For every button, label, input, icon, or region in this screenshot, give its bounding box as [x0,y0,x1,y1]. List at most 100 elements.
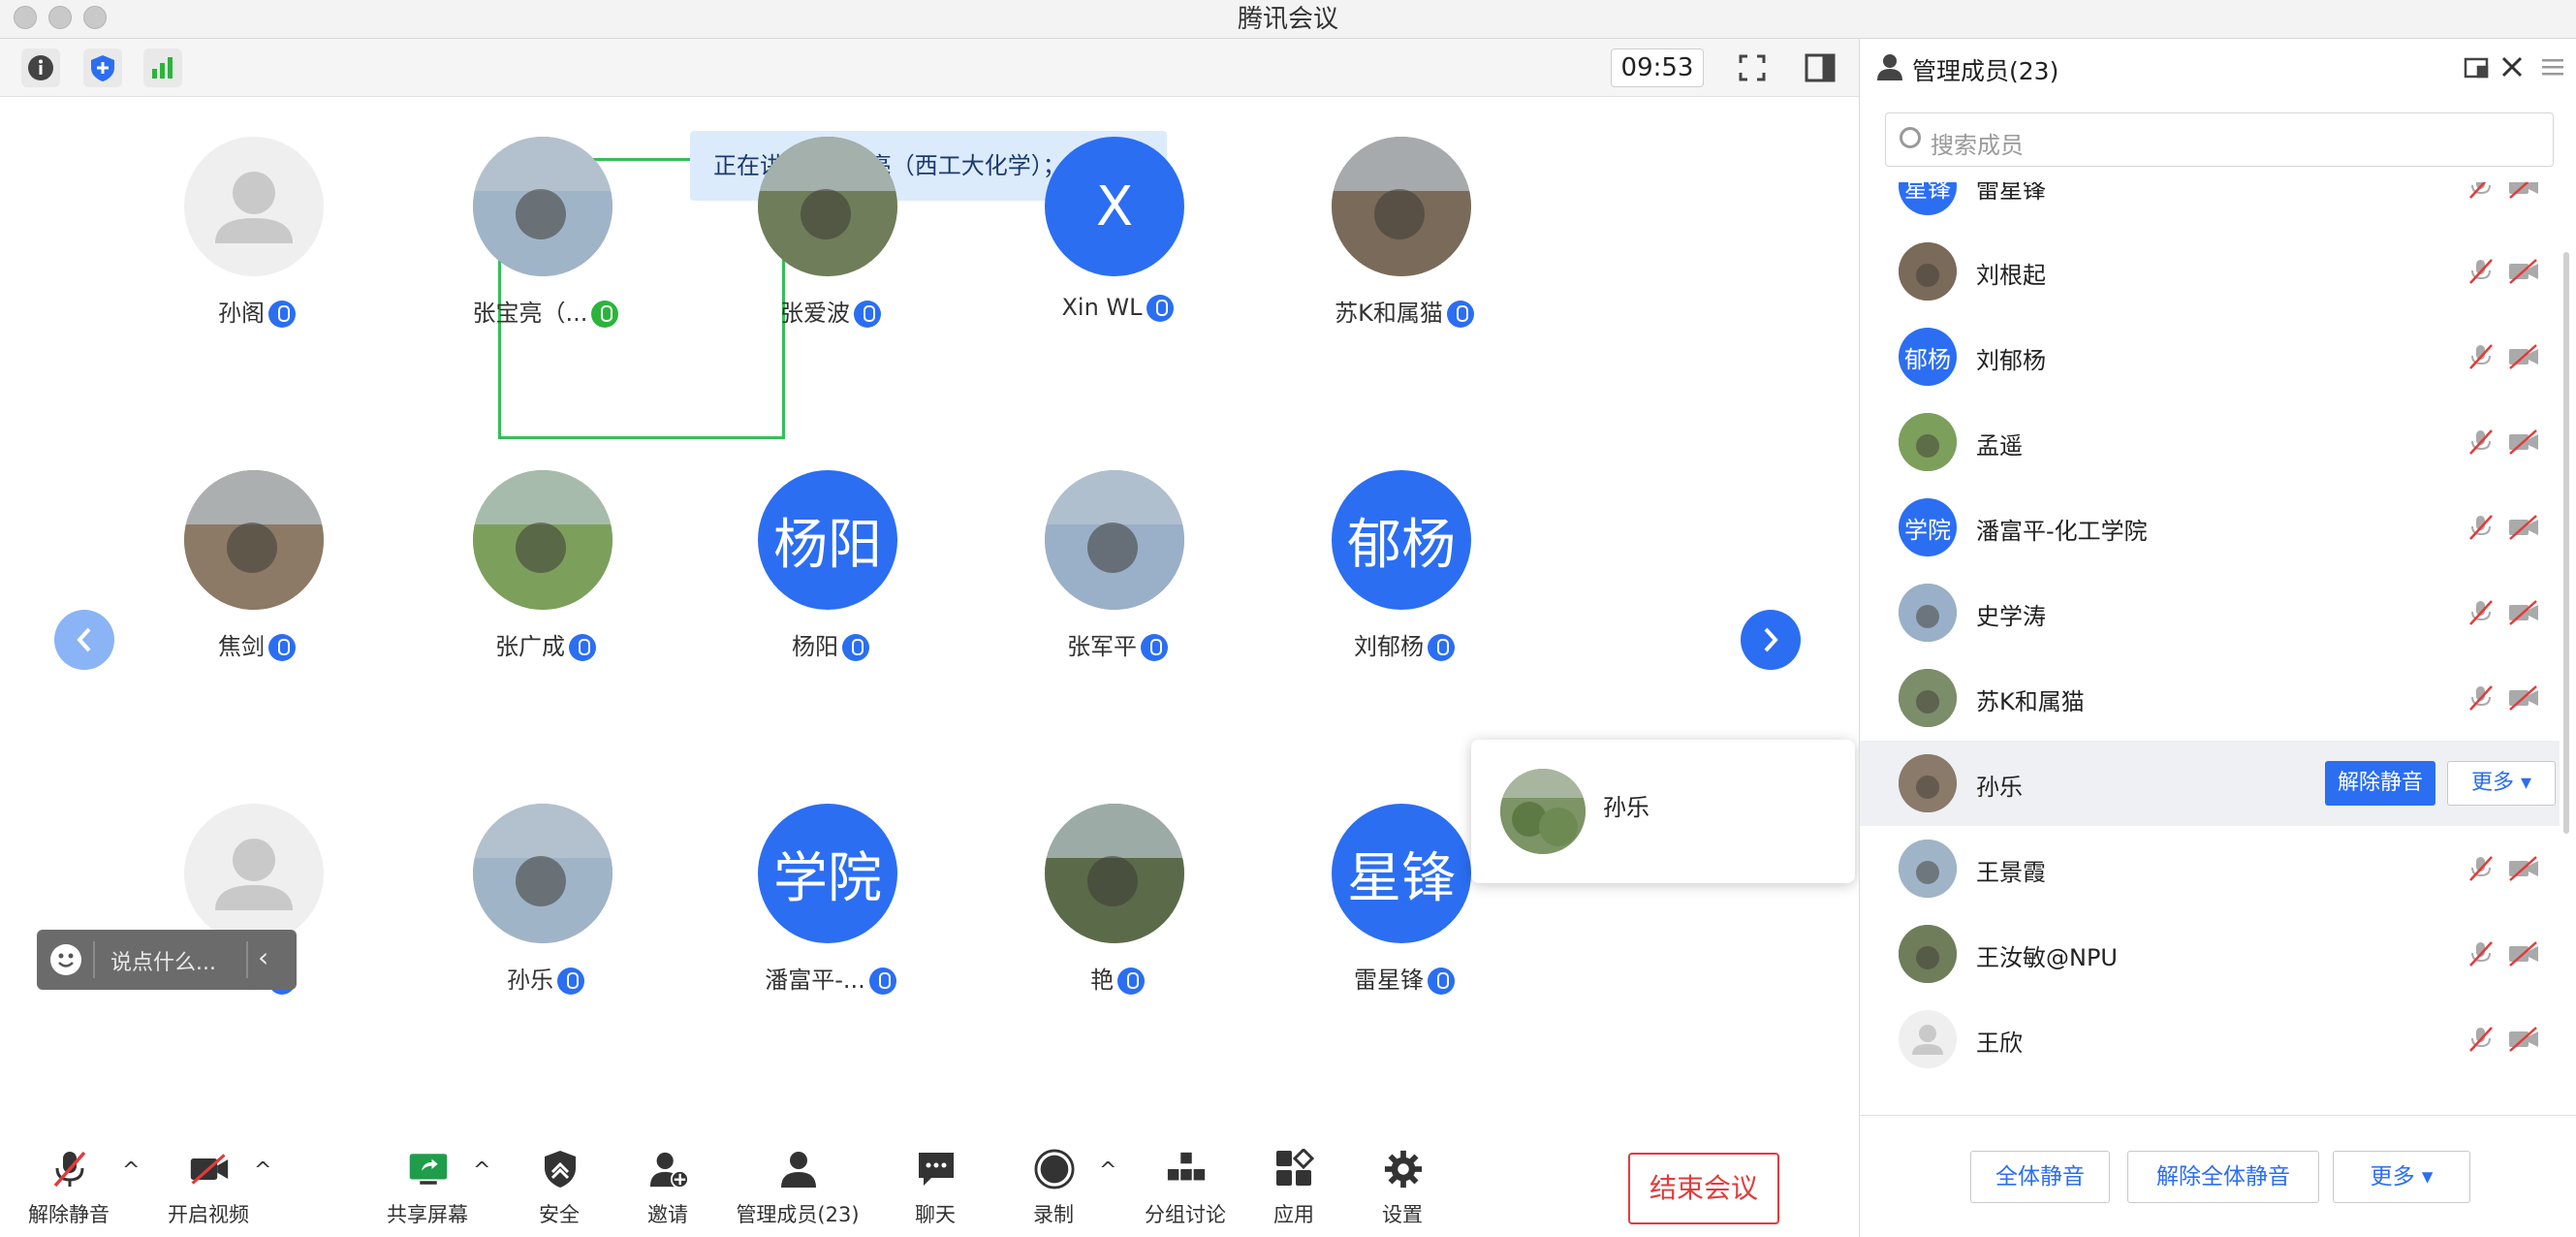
participant-tile[interactable]: 焦剑 [155,470,359,703]
participant-avatar: 星锋 [1332,804,1471,943]
mic-muted-icon[interactable] [2466,1026,2496,1053]
meeting-topbar: 09:53 [0,39,1859,97]
participant-tile[interactable]: X Xin WL [1016,137,1219,369]
quick-chat-box[interactable]: 说点什么... ‹ [37,930,297,990]
member-name: 王欣 [1976,1030,2023,1057]
camera-off-icon[interactable] [2507,343,2538,370]
participant-tile[interactable]: 孙乐 [444,804,647,1036]
manage-members-button[interactable]: 管理成员(23) [735,1149,861,1232]
signal-icon[interactable] [143,48,182,87]
mic-icon [1428,634,1455,661]
member-popup[interactable]: 孙乐 [1471,740,1855,883]
camera-off-icon[interactable] [2507,514,2538,541]
participant-tile[interactable]: 张军平 [1016,470,1219,703]
mic-muted-icon[interactable] [2466,684,2496,712]
member-row[interactable]: 刘根起 [1860,229,2560,314]
camera-off-icon[interactable] [2507,1026,2538,1053]
sidebar-toggle-icon[interactable] [1801,48,1839,87]
member-more-button[interactable]: 更多 ▾ [2447,761,2556,806]
camera-off-icon[interactable] [2507,599,2538,626]
participant-tile[interactable]: 张爱波 [729,137,932,369]
participant-name: 杨阳 [729,627,932,661]
settings-label: 设置 [1382,1203,1423,1226]
participant-tile[interactable]: 王欣 [155,804,359,1036]
members-panel-footer: 全体静音 解除全体静音 更多 ▾ [1860,1115,2576,1237]
popout-panel-icon[interactable] [2463,54,2490,85]
mic-muted-icon[interactable] [2466,599,2496,626]
video-options-caret[interactable]: ^ [254,1158,271,1183]
record-options-caret[interactable]: ^ [1099,1158,1116,1183]
unmute-label: 解除静音 [28,1203,110,1226]
apps-button[interactable]: 应用 [1231,1149,1357,1232]
member-unmute-button[interactable]: 解除静音 [2325,761,2435,806]
audio-options-caret[interactable]: ^ [122,1158,140,1183]
member-name: 潘富平-化工学院 [1976,518,2148,545]
camera-off-icon[interactable] [2507,940,2538,967]
meeting-controls: 解除静音 ^ 开启视频 ^ 共享屏幕 ^ 安全 邀请 管理成员(23) 聊天 录… [0,1135,1859,1237]
member-avatar: 学院 [1899,498,1957,556]
camera-off-icon[interactable] [2507,855,2538,882]
participant-tile[interactable]: 孙阁 [155,137,359,369]
camera-off-icon[interactable] [2507,428,2538,456]
close-panel-icon[interactable] [2499,54,2525,83]
mic-muted-icon[interactable] [2466,940,2496,967]
share-screen-icon [408,1149,449,1189]
member-row[interactable]: 王欣 [1860,997,2560,1082]
end-meeting-button[interactable]: 结束会议 [1628,1153,1779,1224]
member-search-input[interactable]: 搜索成员 [1885,112,2554,167]
camera-off-icon[interactable] [2507,258,2538,285]
participant-tile[interactable]: 张宝亮（... [444,137,647,369]
chat-button[interactable]: 聊天 [872,1149,998,1232]
panel-menu-icon[interactable] [2542,56,2563,81]
chat-input[interactable]: 说点什么... [110,945,216,976]
participant-name-text: 张爱波 [780,300,850,327]
participant-tile[interactable]: 学院 潘富平-... [729,804,932,1036]
participant-tile[interactable]: 苏K和属猫 [1303,137,1506,369]
member-row[interactable]: 苏K和属猫 [1860,655,2560,741]
member-row[interactable]: 史学涛 [1860,570,2560,655]
participant-name-text: 雷星锋 [1354,967,1424,994]
unmute-all-button[interactable]: 解除全体静音 [2127,1151,2319,1203]
member-row[interactable]: 星锋 雷星锋 [1860,182,2560,229]
panel-more-button[interactable]: 更多 ▾ [2333,1151,2470,1203]
mute-all-button[interactable]: 全体静音 [1970,1151,2110,1203]
member-row[interactable]: 王汝敏@NPU [1860,911,2560,997]
start-video-button[interactable]: 开启视频 [145,1149,271,1232]
breakout-button[interactable]: 分组讨论 [1122,1149,1248,1232]
share-options-caret[interactable]: ^ [473,1158,490,1183]
member-row[interactable]: 郁杨 刘郁杨 [1860,314,2560,399]
member-row[interactable]: 王景霞 [1860,826,2560,911]
participant-name: 孙乐 [444,961,647,995]
mic-muted-icon[interactable] [2466,258,2496,285]
info-icon[interactable] [21,48,60,87]
participant-tile[interactable]: 郁杨 刘郁杨 [1303,470,1506,703]
shield-icon[interactable] [83,48,122,87]
mic-muted-icon[interactable] [2466,514,2496,541]
member-row[interactable]: 孟遥 [1860,399,2560,485]
member-row[interactable]: 孙乐 解除静音 更多 ▾ [1860,741,2560,826]
member-list-scrollbar[interactable] [2563,252,2569,834]
share-screen-button[interactable]: 共享屏幕 [364,1149,490,1232]
settings-button[interactable]: 设置 [1339,1149,1465,1232]
prev-page-button[interactable] [54,610,114,670]
fullscreen-icon[interactable] [1733,48,1772,87]
invite-button[interactable]: 邀请 [605,1149,731,1232]
camera-off-icon[interactable] [2507,684,2538,712]
participant-tile[interactable]: 杨阳 杨阳 [729,470,932,703]
security-shield-icon [540,1149,581,1189]
security-button[interactable]: 安全 [496,1149,622,1232]
participant-name: 张爱波 [729,294,932,328]
camera-off-icon[interactable] [2507,182,2538,200]
mic-muted-icon[interactable] [2466,343,2496,370]
next-page-button[interactable] [1741,610,1801,670]
record-button[interactable]: 录制 [990,1149,1116,1232]
member-row[interactable]: 学院 潘富平-化工学院 [1860,485,2560,570]
mic-muted-icon[interactable] [2466,855,2496,882]
participant-tile[interactable]: 张广成 [444,470,647,703]
emoji-icon[interactable] [50,944,81,975]
mic-muted-icon[interactable] [2466,182,2496,200]
unmute-button[interactable]: 解除静音 [6,1149,132,1232]
collapse-chat-icon[interactable]: ‹ [258,941,268,973]
participant-tile[interactable]: 艳 [1016,804,1219,1036]
mic-muted-icon[interactable] [2466,428,2496,456]
